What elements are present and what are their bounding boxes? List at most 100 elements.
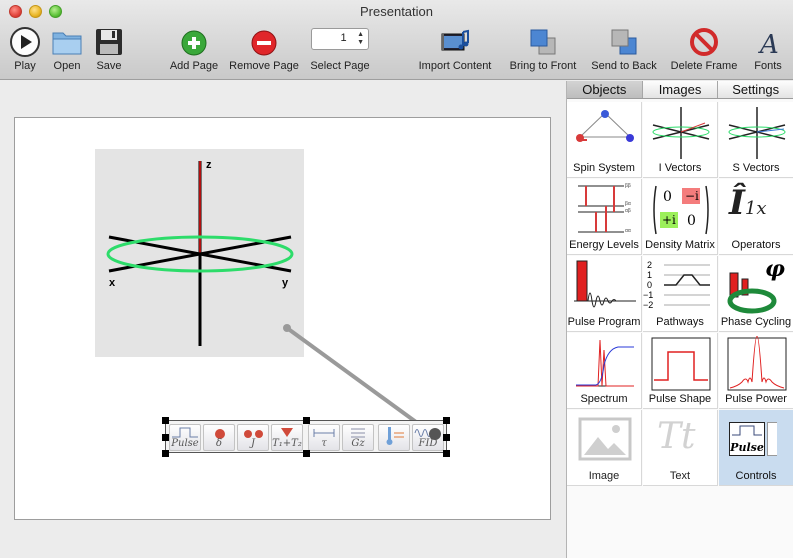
text-glyph-icon: Tt [657, 416, 696, 457]
minus-circle-icon [251, 30, 277, 56]
resize-handle-middle-left[interactable] [162, 434, 169, 441]
energy-level-aa-label: αα [625, 228, 631, 234]
coupling-control-button[interactable]: J [237, 424, 269, 451]
object-density-matrix[interactable]: 0 −i +i 0 Density Matrix [643, 179, 718, 255]
connector-line [283, 324, 429, 432]
send-to-back-icon [611, 29, 637, 55]
gradient-control-button[interactable]: Gz [342, 424, 374, 451]
density-matrix-label: Density Matrix [645, 239, 715, 251]
bring-to-front-label: Bring to Front [509, 60, 577, 72]
send-to-back-button[interactable]: Send to Back [586, 26, 662, 76]
object-phase-cycling[interactable]: φ Phase Cycling [719, 256, 793, 332]
controls-frame[interactable]: Pulse δ J T₁+T₂ τ Gz FID [162, 417, 450, 457]
open-label: Open [53, 60, 81, 72]
tab-settings[interactable]: Settings [718, 81, 793, 98]
resize-handle-top-right[interactable] [443, 417, 450, 424]
controls-thumb-extra-icon [767, 422, 777, 456]
pulse-shape-mini-icon [732, 425, 762, 436]
object-energy-levels[interactable]: ββ βα αβ αα Energy Levels [567, 179, 642, 255]
page-stepper[interactable]: 1 ▲ ▼ [311, 28, 369, 50]
bring-to-front-button[interactable]: Bring to Front [503, 26, 583, 76]
plus-circle-icon [181, 30, 207, 56]
object-spin-system[interactable]: Spin System [567, 102, 642, 178]
object-s-vectors[interactable]: S Vectors [719, 102, 793, 178]
spectrum-thumb-icon [576, 339, 634, 387]
gz-control-label: Gz [351, 438, 365, 449]
import-content-label: Import Content [418, 60, 492, 72]
i-vectors-label: I Vectors [658, 162, 702, 174]
pathway-tick-1: 1 [647, 270, 653, 280]
operators-label: Operators [731, 239, 781, 251]
pulse-icon [172, 427, 198, 438]
object-pulse-program[interactable]: Pulse Program [567, 256, 642, 332]
s-vectors-label: S Vectors [732, 162, 780, 174]
no-entry-icon [690, 28, 718, 56]
window-titlebar: Presentation Play Open Save Add Page Rem… [0, 0, 793, 80]
resize-handle-top-center[interactable] [303, 417, 310, 424]
spin-system-thumb-icon [576, 110, 634, 142]
floppy-disk-icon [96, 29, 122, 55]
resize-handle-bottom-center[interactable] [303, 450, 310, 457]
import-content-button[interactable]: Import Content [412, 26, 498, 76]
open-button[interactable]: Open [46, 26, 88, 76]
add-page-label: Add Page [169, 60, 219, 72]
object-operators[interactable]: Î1x Operators [719, 179, 793, 255]
save-label: Save [96, 60, 122, 72]
pathways-label: Pathways [656, 316, 704, 328]
j-control-label: J [250, 438, 255, 449]
play-label: Play [14, 60, 36, 72]
pulse-shape-thumb-icon [651, 337, 711, 391]
fonts-button[interactable]: A Fonts [748, 26, 788, 76]
operator-subscript: 1x [744, 198, 767, 219]
phase-symbol: φ [765, 256, 785, 282]
energy-levels-label: Energy Levels [569, 239, 639, 251]
text-label: Text [669, 470, 691, 482]
folder-icon [52, 32, 82, 55]
pathway-tick-m1: −1 [643, 290, 654, 300]
s-vectors-thumb-icon [728, 107, 786, 159]
resize-handle-bottom-left[interactable] [162, 450, 169, 457]
matrix-entry-1: −i [685, 189, 699, 203]
select-page-label: Select Page [310, 60, 370, 72]
play-button[interactable]: Play [4, 26, 46, 76]
pulse-control-button[interactable]: Pulse [169, 424, 201, 451]
resize-handle-bottom-right[interactable] [443, 450, 450, 457]
controls-label: Controls [735, 470, 777, 482]
pulse-control-label: Pulse [171, 438, 199, 449]
energy-level-ba-label: βα [625, 201, 631, 207]
remove-page-button[interactable]: Remove Page [228, 26, 300, 76]
tab-objects[interactable]: Objects [567, 81, 643, 98]
play-icon [10, 27, 40, 57]
energy-level-ab-label: αβ [625, 208, 631, 214]
chemical-shift-control-button[interactable]: δ [203, 424, 235, 451]
tab-images[interactable]: Images [642, 81, 719, 98]
object-pulse-shape[interactable]: Pulse Shape [643, 333, 718, 409]
stepper-arrows-icon[interactable]: ▲ ▼ [357, 31, 364, 47]
save-button[interactable]: Save [88, 26, 130, 76]
resize-handle-middle-right[interactable] [443, 434, 450, 441]
object-pulse-power[interactable]: Pulse Power [719, 333, 793, 409]
matrix-entry-3: 0 [687, 213, 696, 229]
temperature-control-button[interactable] [378, 424, 410, 451]
object-text[interactable]: Tt Text [643, 410, 718, 486]
matrix-entry-0: 0 [663, 189, 672, 205]
object-controls[interactable]: Pulse Controls [719, 410, 793, 486]
object-spectrum[interactable]: Spectrum [567, 333, 642, 409]
delay-control-button[interactable]: τ [308, 424, 340, 451]
delete-frame-button[interactable]: Delete Frame [666, 26, 742, 76]
canvas-area: z x y Pulse δ J T₁+T₂ τ Gz FID [0, 81, 566, 558]
slide-page[interactable]: z x y Pulse δ J T₁+T₂ τ Gz FID [14, 117, 551, 520]
delta-control-label: δ [215, 438, 223, 449]
panel-tabs: Objects Images Settings [567, 81, 793, 99]
tau-control-label: τ [321, 438, 327, 449]
object-image[interactable]: Image [567, 410, 642, 486]
pathway-tick-m2: −2 [643, 300, 654, 310]
relaxation-control-button[interactable]: T₁+T₂ [271, 424, 303, 451]
object-pathways[interactable]: 2 1 0 −1 −2 Pathways [643, 256, 718, 332]
object-i-vectors[interactable]: I Vectors [643, 102, 718, 178]
resize-handle-top-left[interactable] [162, 417, 169, 424]
thermometer-icon [386, 427, 404, 445]
fid-control-button[interactable]: FID [412, 424, 444, 451]
add-page-button[interactable]: Add Page [165, 26, 223, 76]
phase-cycling-label: Phase Cycling [720, 316, 792, 328]
